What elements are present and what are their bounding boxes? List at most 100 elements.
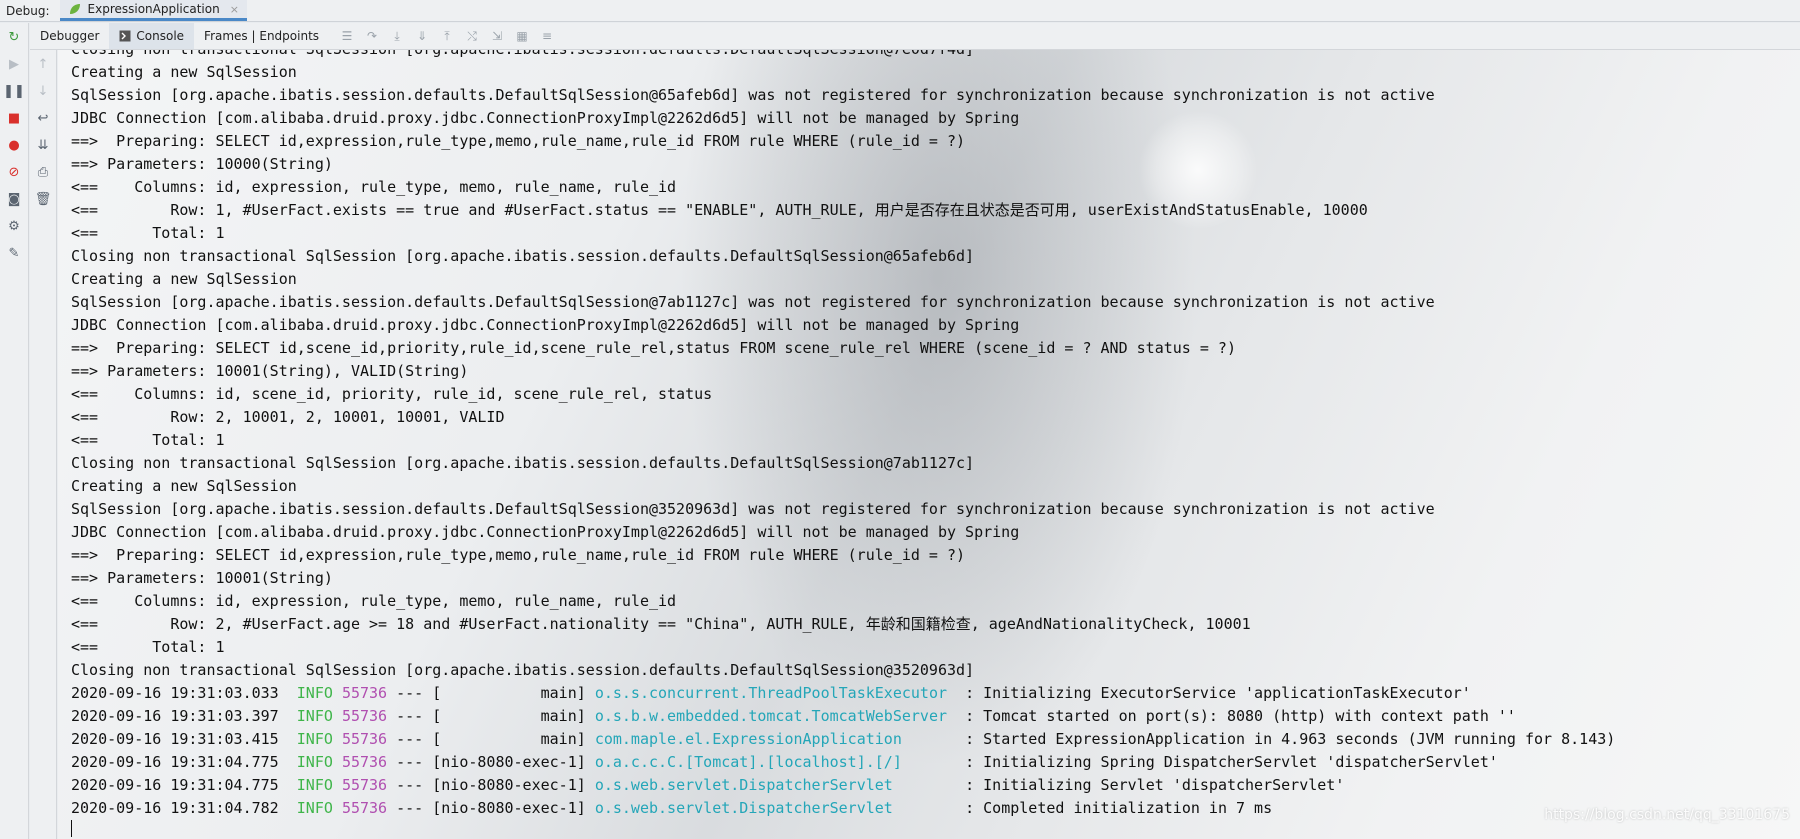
close-icon[interactable]: × (230, 3, 239, 16)
console-text: ==> Parameters: 10001(String) (71, 569, 333, 587)
console-line: <== Total: 1 (71, 222, 1615, 245)
console-line: JDBC Connection [com.alibaba.druid.proxy… (71, 107, 1615, 130)
pin-icon[interactable]: ✎ (6, 245, 22, 261)
log-level: INFO (296, 707, 333, 725)
process-id: 55736 (341, 684, 388, 702)
console-line: Closing non transactional SqlSession [or… (71, 659, 1615, 682)
console-text: --- [ main] (387, 707, 595, 725)
console-text: --- [ main] (387, 730, 595, 748)
console-text: <== Row: 2, #UserFact.age >= 18 and #Use… (71, 615, 1251, 633)
down-arrow-icon[interactable]: ↓ (35, 83, 51, 99)
console-text: 2020-09-16 19:31:03.033 (71, 684, 297, 702)
log-level: INFO (296, 753, 333, 771)
log-level: INFO (296, 730, 333, 748)
console-line: 2020-09-16 19:31:04.775 INFO 55736 --- [… (71, 774, 1615, 797)
console-text: ==> Parameters: 10000(String) (71, 155, 333, 173)
console-text: 2020-09-16 19:31:04.782 (71, 799, 297, 817)
force-step-into-icon[interactable]: ⇓ (414, 29, 430, 44)
console-text: <== Row: 1, #UserFact.exists == true and… (71, 201, 1368, 219)
text-cursor (71, 820, 72, 837)
console-text: <== Columns: id, expression, rule_type, … (71, 592, 677, 610)
console-line: <== Columns: id, expression, rule_type, … (71, 590, 1615, 613)
run-tab-expression-application[interactable]: ExpressionApplication × (59, 0, 247, 21)
console-line: <== Total: 1 (71, 429, 1615, 452)
logger-name: com.maple.el.ExpressionApplication (594, 730, 957, 748)
console-text: JDBC Connection [com.alibaba.druid.proxy… (71, 109, 1020, 127)
console-text: Creating a new SqlSession (71, 270, 297, 288)
view-breakpoints-icon[interactable]: ● (6, 137, 22, 153)
tab-debugger-label: Debugger (40, 29, 100, 43)
trash-icon[interactable]: 🗑 (35, 191, 52, 207)
logger-name: o.s.web.servlet.DispatcherServlet (594, 776, 957, 794)
console-line: SqlSession [org.apache.ibatis.session.de… (71, 498, 1615, 521)
console-text: ==> Preparing: SELECT id,expression,rule… (71, 132, 966, 150)
drop-frame-icon[interactable]: ⤭ (464, 29, 480, 44)
console-line: 2020-09-16 19:31:04.782 INFO 55736 --- [… (71, 797, 1615, 820)
console-line: <== Row: 2, 10001, 2, 10001, 10001, VALI… (71, 406, 1615, 429)
rerun-icon[interactable]: ↻ (6, 29, 22, 45)
camera-icon[interactable]: ◙ (6, 191, 22, 207)
tab-debugger[interactable]: Debugger (30, 23, 109, 49)
mute-breakpoints-icon[interactable]: ⊘ (6, 164, 22, 180)
trace-icon[interactable]: ≡ (539, 29, 555, 44)
console-text: --- [nio-8080-exec-1] (387, 776, 595, 794)
debug-stepping-toolbar: ☰ ↷ ⤓ ⇓ ⤒ ⤭ ⇲ ▦ ≡ (339, 29, 555, 44)
console-line: <== Row: 2, #UserFact.age >= 18 and #Use… (71, 613, 1615, 636)
console-text: ==> Parameters: 10001(String), VALID(Str… (71, 362, 469, 380)
tab-frames-endpoints[interactable]: Frames | Endpoints (194, 23, 329, 49)
console-line: Closing non transactional SqlSession [or… (71, 50, 1615, 61)
console-text: JDBC Connection [com.alibaba.druid.proxy… (71, 316, 1020, 334)
stop-icon[interactable]: ■ (6, 110, 22, 126)
console-icon (119, 30, 131, 42)
up-arrow-icon[interactable]: ↑ (35, 56, 51, 72)
console-line: ==> Parameters: 10001(String), VALID(Str… (71, 360, 1615, 383)
console-text: : Initializing Servlet 'dispatcherServle… (956, 776, 1345, 794)
step-into-icon[interactable]: ⤓ (389, 29, 405, 44)
pause-icon[interactable]: ❚❚ (3, 83, 25, 99)
print-icon[interactable]: ⎙ (35, 164, 51, 180)
logger-name: o.a.c.c.C.[Tomcat].[localhost].[/] (594, 753, 957, 771)
console-text: <== Total: 1 (71, 638, 225, 656)
log-level: INFO (296, 799, 333, 817)
console-text: ==> Preparing: SELECT id,scene_id,priori… (71, 339, 1236, 357)
console-text: --- [nio-8080-exec-1] (387, 753, 595, 771)
console-line: ==> Parameters: 10001(String) (71, 567, 1615, 590)
console-line: <== Columns: id, expression, rule_type, … (71, 176, 1615, 199)
console-text: <== Columns: id, scene_id, priority, rul… (71, 385, 713, 403)
step-over-icon[interactable]: ↷ (364, 29, 380, 44)
console-output[interactable]: Closing non transactional SqlSession [or… (58, 50, 1800, 839)
console-text: Closing non transactional SqlSession [or… (71, 50, 974, 58)
console-line: Creating a new SqlSession (71, 268, 1615, 291)
console-text: --- [nio-8080-exec-1] (387, 799, 595, 817)
run-tab-label: ExpressionApplication (87, 2, 220, 16)
console-line: 2020-09-16 19:31:04.775 INFO 55736 --- [… (71, 751, 1615, 774)
debug-actions-gutter: ↻ ▶ ❚❚ ■ ● ⊘ ◙ ⚙ ✎ (0, 23, 29, 839)
console-line: SqlSession [org.apache.ibatis.session.de… (71, 84, 1615, 107)
step-out-icon[interactable]: ⤒ (439, 29, 455, 44)
console-text: 2020-09-16 19:31:03.415 (71, 730, 297, 748)
process-id: 55736 (341, 753, 388, 771)
scroll-to-end-icon[interactable]: ⇊ (35, 137, 51, 153)
run-to-cursor-icon[interactable]: ⇲ (489, 29, 505, 44)
soft-wrap-icon[interactable]: ↩ (35, 110, 51, 126)
console-line: JDBC Connection [com.alibaba.druid.proxy… (71, 521, 1615, 544)
console-line: Creating a new SqlSession (71, 475, 1615, 498)
evaluate-expression-icon[interactable]: ▦ (514, 29, 530, 44)
debug-label: Debug: (6, 3, 50, 18)
console-text: JDBC Connection [com.alibaba.druid.proxy… (71, 523, 1020, 541)
console-text: Closing non transactional SqlSession [or… (71, 661, 975, 679)
console-line: Closing non transactional SqlSession [or… (71, 452, 1615, 475)
resume-icon[interactable]: ▶ (6, 56, 22, 72)
logger-name: o.s.b.w.embedded.tomcat.TomcatWebServer (594, 707, 957, 725)
console-text: Creating a new SqlSession (71, 477, 297, 495)
process-id: 55736 (341, 707, 388, 725)
console-lines: Closing non transactional SqlSession [or… (71, 50, 1615, 820)
list-icon[interactable]: ☰ (339, 29, 355, 44)
tab-console[interactable]: Console (109, 23, 195, 49)
gear-icon[interactable]: ⚙ (6, 218, 22, 234)
